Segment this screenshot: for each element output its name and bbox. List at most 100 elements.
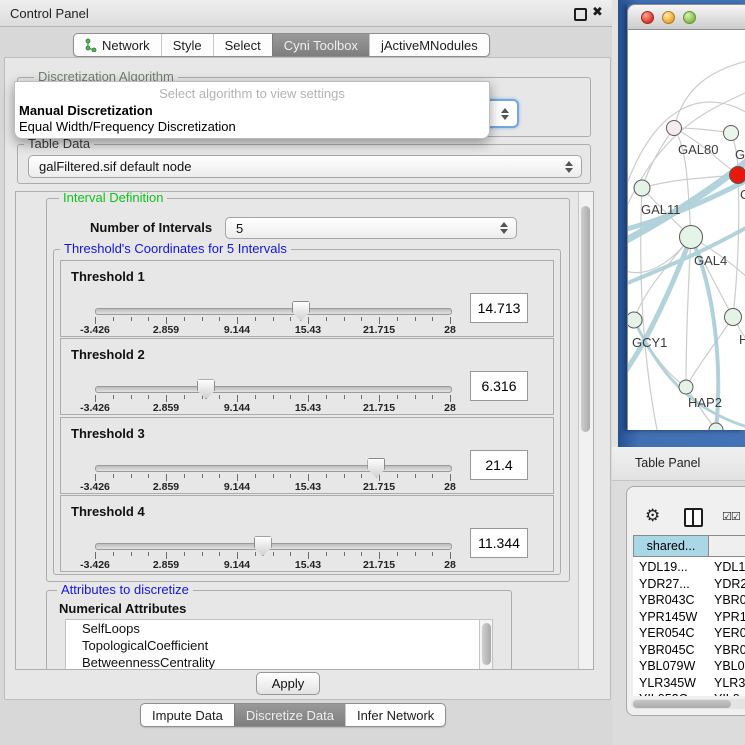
- cell-name: YLR3: [714, 676, 745, 690]
- popup-item-2[interactable]: Equal Width/Frequency Discretization: [19, 119, 236, 134]
- slider-tick-label: 2.859: [153, 324, 179, 336]
- control-panel-titlebar: Control Panel ✖: [0, 0, 612, 27]
- panel-title: Control Panel: [10, 6, 89, 21]
- attributes-list-scrollbar[interactable]: [479, 620, 492, 670]
- threshold-value-field[interactable]: 6.316: [470, 371, 528, 401]
- slider-tick: [290, 552, 291, 556]
- network-node-ga[interactable]: [724, 126, 739, 141]
- slider-tick: [113, 552, 114, 556]
- network-node-h[interactable]: [725, 309, 742, 326]
- node-label: HAP2: [688, 395, 722, 410]
- slider-tick: [184, 317, 185, 321]
- checkbox-pair-icon[interactable]: ☑☑: [722, 510, 740, 523]
- top-tab-strip: NetworkStyleSelectCyni ToolboxjActiveMNo…: [73, 33, 490, 57]
- tab-style[interactable]: Style: [161, 34, 213, 56]
- scrollbar-thumb[interactable]: [482, 623, 491, 665]
- scrollbar-thumb[interactable]: [581, 206, 590, 432]
- slider-tick: [344, 474, 345, 478]
- slider-track[interactable]: [95, 308, 452, 315]
- slider-tick-label: 21.715: [363, 324, 395, 336]
- column-header-name[interactable]: na: [708, 535, 745, 557]
- slider-track[interactable]: [95, 386, 452, 393]
- algorithm-dropdown-popup: Select algorithm to view settings Manual…: [14, 81, 490, 139]
- table-row[interactable]: YBR043CYBR0: [633, 592, 745, 609]
- threshold-value-field[interactable]: 21.4: [470, 450, 528, 480]
- slider-track[interactable]: [95, 465, 452, 472]
- attribute-list-item[interactable]: TopologicalCoefficient: [66, 637, 492, 654]
- network-node-gal4[interactable]: [680, 226, 703, 249]
- node-attribute-table[interactable]: shared... na YDL19...YDL1YDR27...YDR2YBR…: [633, 535, 745, 696]
- table-row[interactable]: YBL079WYBL0: [633, 658, 745, 675]
- table-row[interactable]: YBR045CYBR0: [633, 642, 745, 659]
- attributes-group: Attributes to discretize Numerical Attri…: [46, 590, 512, 670]
- slider-tick: [450, 317, 451, 324]
- split-column-icon[interactable]: [684, 508, 703, 527]
- network-canvas[interactable]: GAL80GACGAL11GAL4GCY1HHAP2: [627, 30, 745, 430]
- network-node-hap2[interactable]: [679, 380, 693, 394]
- tab-network[interactable]: Network: [74, 34, 161, 56]
- slider-thumb[interactable]: [367, 458, 385, 478]
- slider-tick: [397, 474, 398, 478]
- slider-tick: [237, 474, 238, 481]
- threshold-value-field[interactable]: 11.344: [470, 528, 528, 558]
- column-header-shared[interactable]: shared...: [633, 535, 709, 557]
- close-icon[interactable]: ✖: [592, 4, 603, 20]
- tab-select[interactable]: Select: [213, 34, 272, 56]
- slider-tick: [184, 552, 185, 556]
- tab-impute-data[interactable]: Impute Data: [141, 704, 234, 726]
- tab-infer-network[interactable]: Infer Network: [345, 704, 445, 726]
- slider-track[interactable]: [95, 543, 452, 550]
- slider-tick: [131, 552, 132, 556]
- popup-item-1[interactable]: Manual Discretization: [19, 103, 153, 118]
- table-row[interactable]: YIL052CYIL0: [633, 691, 745, 696]
- settings-scrollbar[interactable]: [578, 192, 593, 669]
- close-traffic-light-icon[interactable]: [641, 11, 654, 24]
- network-node-gcy1[interactable]: [628, 312, 642, 328]
- table-row[interactable]: YPR145WYPR1: [633, 609, 745, 626]
- threshold-label: Threshold 1: [71, 269, 145, 284]
- gear-icon[interactable]: ⚙: [645, 507, 660, 524]
- float-window-icon[interactable]: [574, 8, 587, 21]
- slider-tick-label: 28: [444, 481, 456, 493]
- num-intervals-combo[interactable]: 5: [225, 217, 517, 239]
- table-row[interactable]: YDL19...YDL1: [633, 559, 745, 576]
- scrollbar-thumb[interactable]: [633, 700, 731, 708]
- attribute-list-item[interactable]: BetweennessCentrality: [66, 654, 492, 670]
- table-horizontal-scrollbar[interactable]: [631, 699, 745, 709]
- threshold-panel-3: Threshold 3-3.4262.8599.14415.4321.71528…: [60, 417, 554, 494]
- apply-button[interactable]: Apply: [256, 672, 320, 695]
- tab-jactivemnodules[interactable]: jActiveMNodules: [369, 34, 489, 56]
- network-node-gal11[interactable]: [634, 180, 650, 196]
- slider-tick: [95, 552, 96, 559]
- slider-tick-label: 2.859: [153, 559, 179, 571]
- slider-tick: [415, 395, 416, 399]
- slider-thumb[interactable]: [254, 536, 272, 556]
- slider-tick: [415, 317, 416, 321]
- slider-tick: [379, 317, 380, 324]
- minimize-traffic-light-icon[interactable]: [662, 11, 675, 24]
- slider-thumb[interactable]: [197, 379, 215, 399]
- zoom-traffic-light-icon[interactable]: [683, 11, 696, 24]
- slider-tick-label: 15.43: [295, 402, 321, 414]
- slider-tick: [361, 552, 362, 556]
- numerical-attributes-label: Numerical Attributes: [59, 601, 186, 616]
- node-label: GCY1: [632, 335, 667, 350]
- slider-tick-label: 28: [444, 324, 456, 336]
- threshold-panel-2: Threshold 2-3.4262.8599.14415.4321.71528…: [60, 338, 554, 415]
- attribute-list-item[interactable]: SelfLoops: [66, 620, 492, 637]
- table-row[interactable]: YLR345WYLR3: [633, 675, 745, 692]
- tab-cyni-toolbox[interactable]: Cyni Toolbox: [272, 34, 369, 56]
- threshold-value-field[interactable]: 14.713: [470, 293, 528, 323]
- threshold-panel-4: Threshold 4-3.4262.8599.14415.4321.71528…: [60, 495, 554, 572]
- table-row[interactable]: YDR27...YDR2: [633, 576, 745, 593]
- slider-tick: [344, 552, 345, 556]
- table-row[interactable]: YER054CYER0: [633, 625, 745, 642]
- slider-tick-label: -3.426: [80, 402, 110, 414]
- tab-discretize-data[interactable]: Discretize Data: [234, 704, 345, 726]
- slider-tick: [148, 552, 149, 556]
- network-node-gal80[interactable]: [667, 121, 682, 136]
- table-data-combo[interactable]: galFiltered.sif default node: [28, 155, 582, 178]
- attributes-list[interactable]: SelfLoopsTopologicalCoefficientBetweenne…: [65, 619, 493, 670]
- network-node-c[interactable]: [730, 167, 745, 184]
- slider-tick: [255, 395, 256, 399]
